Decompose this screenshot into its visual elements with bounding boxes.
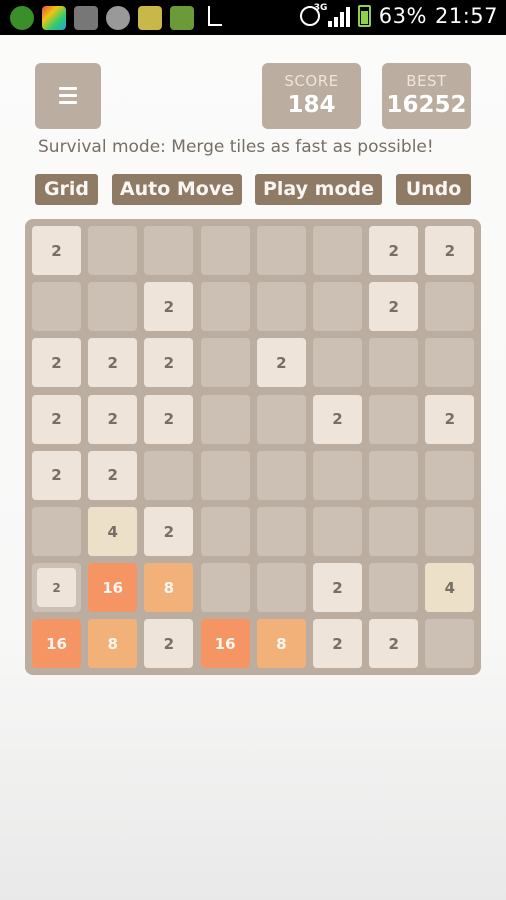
auto-move-button[interactable]: Auto Move	[112, 174, 242, 205]
tile-2: 2	[32, 226, 81, 275]
tile-2: 2	[144, 507, 194, 556]
board-cell	[200, 338, 250, 388]
tile-2: 2	[88, 394, 138, 444]
undo-button[interactable]: Undo	[396, 174, 471, 205]
score-label: SCORE	[284, 72, 339, 90]
notification-icons	[10, 6, 222, 30]
mode-description: Survival mode: Merge tiles as fast as po…	[38, 137, 434, 157]
board-cell	[313, 507, 362, 556]
score-value: 184	[287, 92, 336, 118]
board-cell	[256, 282, 306, 332]
tile-2: 2	[144, 394, 194, 444]
menu-button[interactable]	[35, 63, 101, 129]
board-cell	[200, 226, 250, 275]
app-icon-person	[74, 6, 98, 30]
board-cell	[313, 450, 362, 500]
board-cell	[425, 338, 475, 388]
tile-2: 2	[369, 282, 419, 332]
tile-8: 8	[88, 619, 138, 669]
grid-button[interactable]: Grid	[35, 174, 98, 205]
tile-2: 2	[144, 282, 194, 332]
board-cell	[313, 338, 362, 388]
tile-2: 2	[32, 338, 81, 388]
network-type: 3G	[313, 3, 328, 13]
app-icon-colorful	[42, 6, 66, 30]
board-cell	[32, 507, 81, 556]
tile-2: 2	[425, 394, 475, 444]
tile-4: 4	[88, 507, 138, 556]
tile-2: 2	[88, 338, 138, 388]
tile-2: 2	[37, 568, 76, 608]
tile-2: 2	[369, 619, 419, 669]
board-cell	[144, 226, 194, 275]
tile-2: 2	[369, 226, 419, 275]
tile-8: 8	[256, 619, 306, 669]
board-cell	[369, 450, 419, 500]
board-cell	[313, 282, 362, 332]
best-value: 16252	[386, 92, 467, 118]
tile-2: 2	[144, 338, 194, 388]
game-board[interactable]: 2 2 2 2 2 2 2 2 2 2 2 2 2 2 2 2 4 2 2 16 8 2 4 16 8 2 16 8 2 2	[25, 219, 481, 675]
board-cell	[369, 338, 419, 388]
board-cell	[256, 563, 306, 613]
tile-8: 8	[144, 563, 194, 613]
board-cell	[200, 450, 250, 500]
app-icon-green	[10, 6, 34, 30]
board-cell	[369, 563, 419, 613]
board-cell	[256, 226, 306, 275]
play-mode-button[interactable]: Play mode	[255, 174, 382, 205]
tile-2: 2	[425, 226, 475, 275]
tile-2: 2	[144, 619, 194, 669]
board-cell	[88, 226, 138, 275]
board-cell	[32, 282, 81, 332]
board-cell	[369, 507, 419, 556]
tile-16: 16	[32, 619, 81, 669]
board-cell	[144, 450, 194, 500]
app-icon-grid	[138, 6, 162, 30]
board-cell	[256, 450, 306, 500]
board-cell	[425, 450, 475, 500]
board-cell	[369, 394, 419, 444]
board-cell	[200, 563, 250, 613]
board-cell	[200, 507, 250, 556]
clock-time: 21:57	[434, 4, 498, 28]
system-status: 3G 63% 21:57	[299, 3, 498, 28]
board-cell	[425, 282, 475, 332]
tile-4: 4	[425, 563, 475, 613]
app-icon-cloud	[106, 6, 130, 30]
best-box: BEST 16252	[382, 63, 471, 129]
board-cell	[425, 619, 475, 669]
hamburger-menu-icon	[59, 87, 77, 105]
board-cell	[313, 226, 362, 275]
tile-2: 2	[32, 450, 81, 500]
board-cell	[256, 394, 306, 444]
battery-icon	[357, 5, 371, 27]
status-bar: 3G 63% 21:57	[0, 0, 506, 35]
best-label: BEST	[406, 72, 447, 90]
app-icon-chat	[170, 6, 194, 30]
tile-2: 2	[313, 394, 362, 444]
tile-16: 16	[88, 563, 138, 613]
board-cell	[425, 507, 475, 556]
signal-icon: 3G	[314, 3, 350, 27]
board-cell	[200, 394, 250, 444]
tile-2: 2	[256, 338, 306, 388]
tile-16: 16	[200, 619, 250, 669]
tile-2: 2	[32, 394, 81, 444]
score-box: SCORE 184	[262, 63, 361, 129]
board-cell	[200, 282, 250, 332]
usb-icon	[208, 6, 222, 26]
battery-percent: 63%	[378, 4, 427, 28]
tile-2: 2	[313, 619, 362, 669]
tile-2: 2	[88, 450, 138, 500]
tile-2: 2	[313, 563, 362, 613]
board-cell	[256, 507, 306, 556]
board-cell	[88, 282, 138, 332]
